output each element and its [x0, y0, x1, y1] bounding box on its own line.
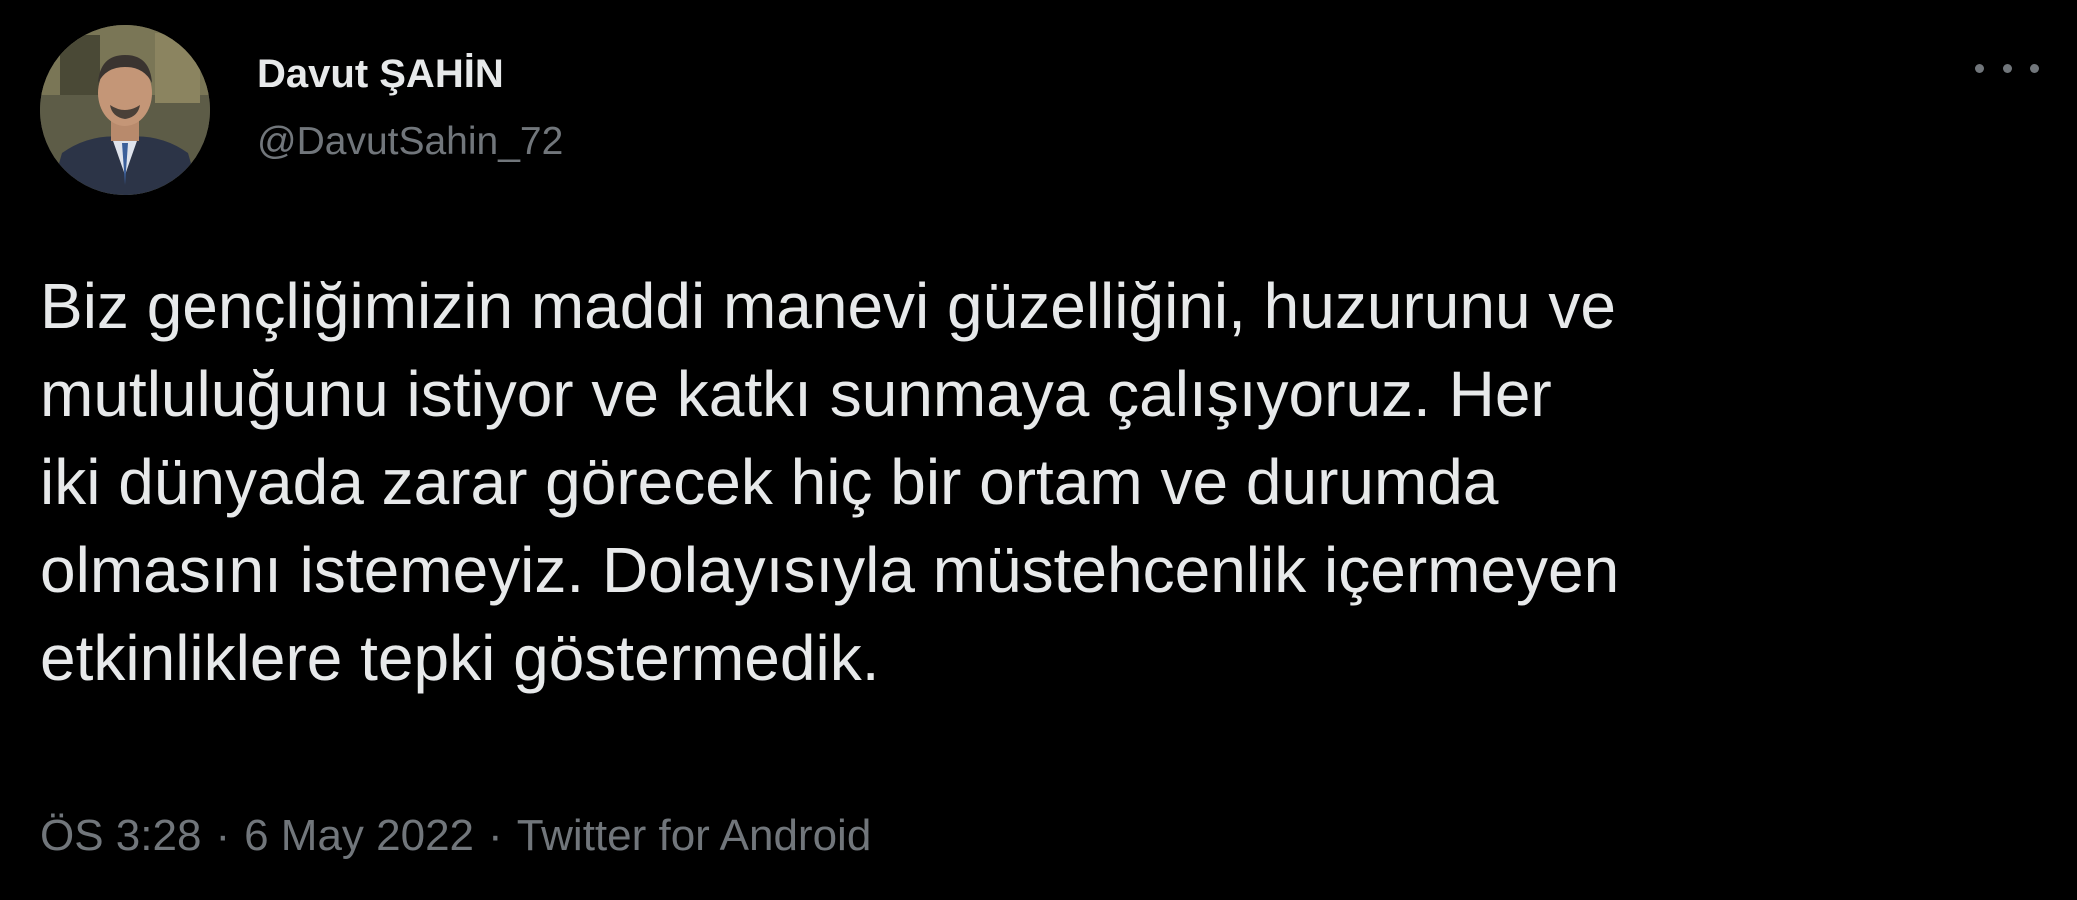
tweet-card: Davut ŞAHİN @DavutSahin_72 Biz gençliğim… — [0, 0, 2077, 900]
avatar-image — [40, 25, 210, 195]
author-handle[interactable]: @DavutSahin_72 — [257, 118, 563, 166]
meta-separator: · — [215, 811, 231, 860]
avatar[interactable] — [40, 25, 210, 195]
tweet-text-line: etkinliklere tepki göstermedik. — [40, 622, 880, 694]
tweet-text-line: olmasını istemeyiz. Dolayısıyla müstehce… — [40, 534, 1620, 606]
tweet-text-line: mutluluğunu istiyor ve katkı sunmaya çal… — [40, 358, 1552, 430]
tweet-text-line: iki dünyada zarar görecek hiç bir ortam … — [40, 446, 1499, 518]
tweet-time[interactable]: ÖS 3:28 — [40, 811, 201, 860]
more-horizontal-icon-dot — [2030, 63, 2039, 73]
author-display-name[interactable]: Davut ŞAHİN — [257, 50, 504, 98]
tweet-date[interactable]: 6 May 2022 — [244, 811, 474, 860]
tweet-text-line: Biz gençliğimizin maddi manevi güzelliği… — [40, 270, 1616, 342]
tweet-source[interactable]: Twitter for Android — [517, 811, 872, 860]
more-options-button[interactable] — [1975, 48, 2039, 88]
meta-separator: · — [488, 811, 503, 860]
tweet-text: Biz gençliğimizin maddi manevi güzelliği… — [40, 262, 2030, 702]
tweet-meta: ÖS 3:28 · 6 May 2022 · Twitter for Android — [40, 808, 871, 864]
more-horizontal-icon — [1975, 63, 1984, 73]
more-horizontal-icon-dot — [2002, 63, 2012, 73]
